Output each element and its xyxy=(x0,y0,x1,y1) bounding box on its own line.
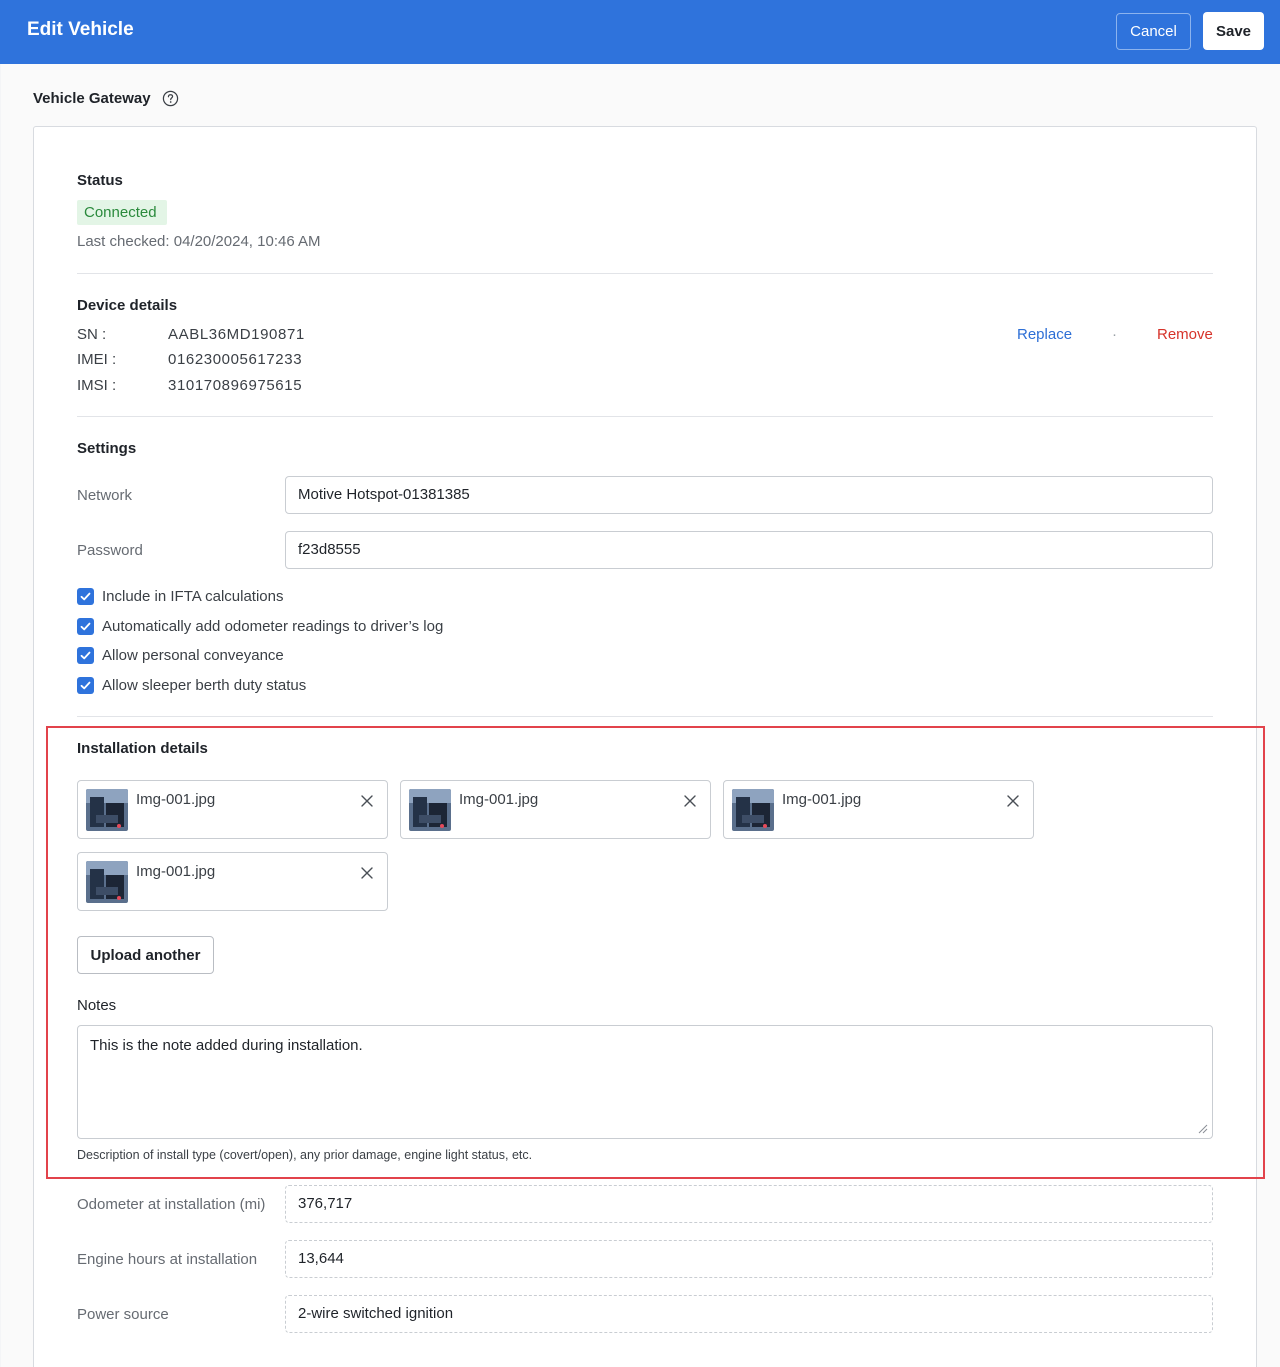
sleeper-berth-checkbox[interactable] xyxy=(77,677,94,694)
password-input[interactable]: f23d8555 xyxy=(285,531,1213,569)
close-icon[interactable] xyxy=(1006,794,1020,808)
status-label: Status xyxy=(77,172,123,189)
imsi-value: 310170896975615 xyxy=(168,377,303,394)
gateway-card xyxy=(33,126,1257,1367)
file-attachment[interactable]: Img-001.jpg xyxy=(77,780,388,839)
installation-details-label: Installation details xyxy=(77,740,208,757)
imei-label: IMEI : xyxy=(77,351,117,368)
checkmark-icon xyxy=(80,592,91,601)
last-checked-text: Last checked: 04/20/2024, 10:46 AM xyxy=(77,233,321,250)
vehicle-gateway-heading: Vehicle Gateway xyxy=(33,90,151,107)
separator-dot: · xyxy=(1112,326,1117,343)
divider xyxy=(77,273,1213,274)
close-icon[interactable] xyxy=(360,866,374,880)
imsi-label: IMSI : xyxy=(77,377,117,394)
checkmark-icon xyxy=(80,681,91,690)
odometer-input[interactable]: 376,717 xyxy=(285,1185,1213,1223)
resize-handle-icon[interactable] xyxy=(1196,1122,1208,1134)
personal-conveyance-checkbox[interactable] xyxy=(77,647,94,664)
ifta-checkbox-label: Include in IFTA calculations xyxy=(102,588,284,605)
image-thumbnail-icon xyxy=(86,861,128,903)
odometer-label: Odometer at installation (mi) xyxy=(77,1196,266,1213)
page-title: Edit Vehicle xyxy=(27,19,134,40)
save-button[interactable]: Save xyxy=(1203,12,1264,50)
file-attachment[interactable]: Img-001.jpg xyxy=(77,852,388,911)
replace-link[interactable]: Replace xyxy=(1017,326,1072,343)
close-icon[interactable] xyxy=(360,794,374,808)
engine-hours-input[interactable]: 13,644 xyxy=(285,1240,1213,1278)
sn-label: SN : xyxy=(77,326,107,343)
divider xyxy=(77,716,1213,717)
personal-conveyance-checkbox-label: Allow personal conveyance xyxy=(102,647,284,664)
settings-label: Settings xyxy=(77,440,137,457)
file-name: Img-001.jpg xyxy=(136,863,216,880)
ifta-checkbox[interactable] xyxy=(77,588,94,605)
password-label: Password xyxy=(77,542,143,559)
notes-textarea[interactable]: This is the note added during installati… xyxy=(77,1025,1213,1139)
imei-value: 016230005617233 xyxy=(168,351,303,368)
file-attachment[interactable]: Img-001.jpg xyxy=(723,780,1034,839)
sleeper-berth-checkbox-label: Allow sleeper berth duty status xyxy=(102,677,307,694)
odometer-log-checkbox[interactable] xyxy=(77,618,94,635)
image-thumbnail-icon xyxy=(409,789,451,831)
power-source-label: Power source xyxy=(77,1306,169,1323)
notes-label: Notes xyxy=(77,997,117,1014)
upload-another-button[interactable]: Upload another xyxy=(77,936,214,974)
checkmark-icon xyxy=(80,622,91,631)
device-details-label: Device details xyxy=(77,297,178,314)
network-label: Network xyxy=(77,487,133,504)
file-attachment[interactable]: Img-001.jpg xyxy=(400,780,711,839)
close-icon[interactable] xyxy=(683,794,697,808)
notes-help-text: Description of install type (covert/open… xyxy=(77,1148,533,1162)
top-bar: Edit Vehicle Cancel Save xyxy=(0,0,1280,64)
power-source-input[interactable]: 2-wire switched ignition xyxy=(285,1295,1213,1333)
image-thumbnail-icon xyxy=(732,789,774,831)
question-circle-icon[interactable] xyxy=(162,90,179,107)
cancel-button[interactable]: Cancel xyxy=(1116,13,1191,50)
checkmark-icon xyxy=(80,651,91,660)
file-name: Img-001.jpg xyxy=(459,791,539,808)
network-input[interactable]: Motive Hotspot-01381385 xyxy=(285,476,1213,514)
engine-hours-label: Engine hours at installation xyxy=(77,1251,258,1268)
image-thumbnail-icon xyxy=(86,789,128,831)
file-name: Img-001.jpg xyxy=(782,791,862,808)
odometer-log-checkbox-label: Automatically add odometer readings to d… xyxy=(102,618,444,635)
remove-link[interactable]: Remove xyxy=(1157,326,1213,343)
divider xyxy=(77,416,1213,417)
file-name: Img-001.jpg xyxy=(136,791,216,808)
sn-value: AABL36MD190871 xyxy=(168,326,305,343)
status-badge: Connected xyxy=(77,200,167,225)
